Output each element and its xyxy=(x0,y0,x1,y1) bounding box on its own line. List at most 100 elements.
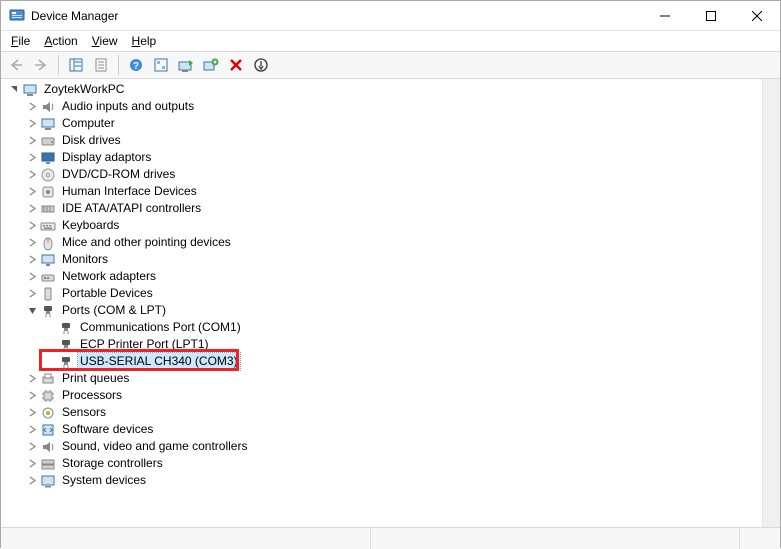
forward-button[interactable] xyxy=(30,54,52,76)
tree-category-softdev[interactable]: Software devices xyxy=(3,421,762,438)
tree-category-label: Sound, video and game controllers xyxy=(60,438,249,455)
menu-file[interactable]: File xyxy=(5,33,36,49)
app-icon xyxy=(9,8,25,24)
tree-category-printq[interactable]: Print queues xyxy=(3,370,762,387)
tree-category-processors[interactable]: Processors xyxy=(3,387,762,404)
help-button[interactable]: ? xyxy=(125,54,147,76)
menubar: File Action View Help xyxy=(1,31,780,51)
tree-category-label: Computer xyxy=(60,115,117,132)
tree-category-computer[interactable]: Computer xyxy=(3,115,762,132)
chevron-right-icon[interactable] xyxy=(25,406,39,420)
chevron-right-icon[interactable] xyxy=(25,134,39,148)
dvd-icon xyxy=(40,167,56,183)
tree-category-label: Network adapters xyxy=(60,268,158,285)
network-icon xyxy=(40,269,56,285)
tree-category-sensors[interactable]: Sensors xyxy=(3,404,762,421)
tree-category-disk[interactable]: Disk drives xyxy=(3,132,762,149)
maximize-button[interactable] xyxy=(688,1,734,31)
tree-item-label: USB-SERIAL CH340 (COM3) xyxy=(78,353,240,370)
content-area: ZoytekWorkPC Audio inputs and outputsCom… xyxy=(1,79,780,527)
tree-category-label: IDE ATA/ATAPI controllers xyxy=(60,200,203,217)
tree-category-label: Software devices xyxy=(60,421,155,438)
tree-item-label: ECP Printer Port (LPT1) xyxy=(78,336,210,353)
close-button[interactable] xyxy=(734,1,780,31)
computer-icon xyxy=(22,82,38,98)
chevron-right-icon[interactable] xyxy=(25,423,39,437)
chevron-right-icon[interactable] xyxy=(25,185,39,199)
tree-category-monitors[interactable]: Monitors xyxy=(3,251,762,268)
update-driver-button[interactable] xyxy=(175,54,197,76)
ports-icon xyxy=(40,303,56,319)
toolbar: ? xyxy=(1,51,780,79)
scan-hardware-button[interactable] xyxy=(150,54,172,76)
enable-device-button[interactable] xyxy=(250,54,272,76)
tree-category-label: Disk drives xyxy=(60,132,123,149)
tree-category-label: Keyboards xyxy=(60,217,121,234)
processors-icon xyxy=(40,388,56,404)
portable-icon xyxy=(40,286,56,302)
chevron-right-icon[interactable] xyxy=(25,168,39,182)
tree-category-label: Print queues xyxy=(60,370,131,387)
properties-button[interactable] xyxy=(90,54,112,76)
tree-category-label: Monitors xyxy=(60,251,110,268)
tree-category-label: System devices xyxy=(60,472,148,489)
sound-icon xyxy=(40,439,56,455)
chevron-right-icon[interactable] xyxy=(25,372,39,386)
tree-item-label: Communications Port (COM1) xyxy=(78,319,243,336)
tree-item-ch340[interactable]: USB-SERIAL CH340 (COM3) xyxy=(3,353,762,370)
scrollbar-vertical[interactable] xyxy=(763,79,780,527)
disable-device-button[interactable] xyxy=(225,54,247,76)
back-button[interactable] xyxy=(5,54,27,76)
titlebar: Device Manager xyxy=(1,1,780,31)
tree-category-label: Human Interface Devices xyxy=(60,183,199,200)
chevron-right-icon[interactable] xyxy=(25,389,39,403)
svg-text:?: ? xyxy=(133,61,139,72)
chevron-right-icon[interactable] xyxy=(25,151,39,165)
printq-icon xyxy=(40,371,56,387)
chevron-right-icon[interactable] xyxy=(25,253,39,267)
chevron-right-icon[interactable] xyxy=(25,457,39,471)
computer-icon xyxy=(40,116,56,132)
tree-category-portable[interactable]: Portable Devices xyxy=(3,285,762,302)
tree-item-lpt1[interactable]: ECP Printer Port (LPT1) xyxy=(3,336,762,353)
tree-category-ports[interactable]: Ports (COM & LPT) xyxy=(3,302,762,319)
tree-category-ide[interactable]: IDE ATA/ATAPI controllers xyxy=(3,200,762,217)
tree-category-audio[interactable]: Audio inputs and outputs xyxy=(3,98,762,115)
tree-category-hid[interactable]: Human Interface Devices xyxy=(3,183,762,200)
tree-category-mice[interactable]: Mice and other pointing devices xyxy=(3,234,762,251)
chevron-right-icon[interactable] xyxy=(25,270,39,284)
chevron-right-icon[interactable] xyxy=(25,236,39,250)
chevron-right-icon[interactable] xyxy=(25,202,39,216)
tree-category-network[interactable]: Network adapters xyxy=(3,268,762,285)
tree-category-sound[interactable]: Sound, video and game controllers xyxy=(3,438,762,455)
menu-view[interactable]: View xyxy=(86,33,124,49)
tree-item-com1[interactable]: Communications Port (COM1) xyxy=(3,319,762,336)
toolbar-separator xyxy=(118,55,119,75)
hid-icon xyxy=(40,184,56,200)
tree-category-sysdev[interactable]: System devices xyxy=(3,472,762,489)
tree-category-label: Sensors xyxy=(60,404,108,421)
show-hide-tree-button[interactable] xyxy=(65,54,87,76)
device-tree[interactable]: ZoytekWorkPC Audio inputs and outputsCom… xyxy=(1,79,763,527)
tree-root[interactable]: ZoytekWorkPC xyxy=(3,81,762,98)
menu-help[interactable]: Help xyxy=(126,33,163,49)
tree-category-dvd[interactable]: DVD/CD-ROM drives xyxy=(3,166,762,183)
window-title: Device Manager xyxy=(31,9,118,23)
chevron-right-icon[interactable] xyxy=(25,440,39,454)
uninstall-device-button[interactable] xyxy=(200,54,222,76)
minimize-button[interactable] xyxy=(642,1,688,31)
chevron-right-icon[interactable] xyxy=(25,474,39,488)
chevron-right-icon[interactable] xyxy=(25,219,39,233)
toolbar-separator xyxy=(58,55,59,75)
chevron-down-icon[interactable] xyxy=(7,83,21,97)
chevron-right-icon[interactable] xyxy=(25,100,39,114)
tree-category-keyboards[interactable]: Keyboards xyxy=(3,217,762,234)
chevron-down-icon[interactable] xyxy=(25,304,39,318)
chevron-right-icon[interactable] xyxy=(25,117,39,131)
audio-icon xyxy=(40,99,56,115)
display-icon xyxy=(40,150,56,166)
tree-category-display[interactable]: Display adaptors xyxy=(3,149,762,166)
tree-category-storage[interactable]: Storage controllers xyxy=(3,455,762,472)
chevron-right-icon[interactable] xyxy=(25,287,39,301)
menu-action[interactable]: Action xyxy=(38,33,83,49)
